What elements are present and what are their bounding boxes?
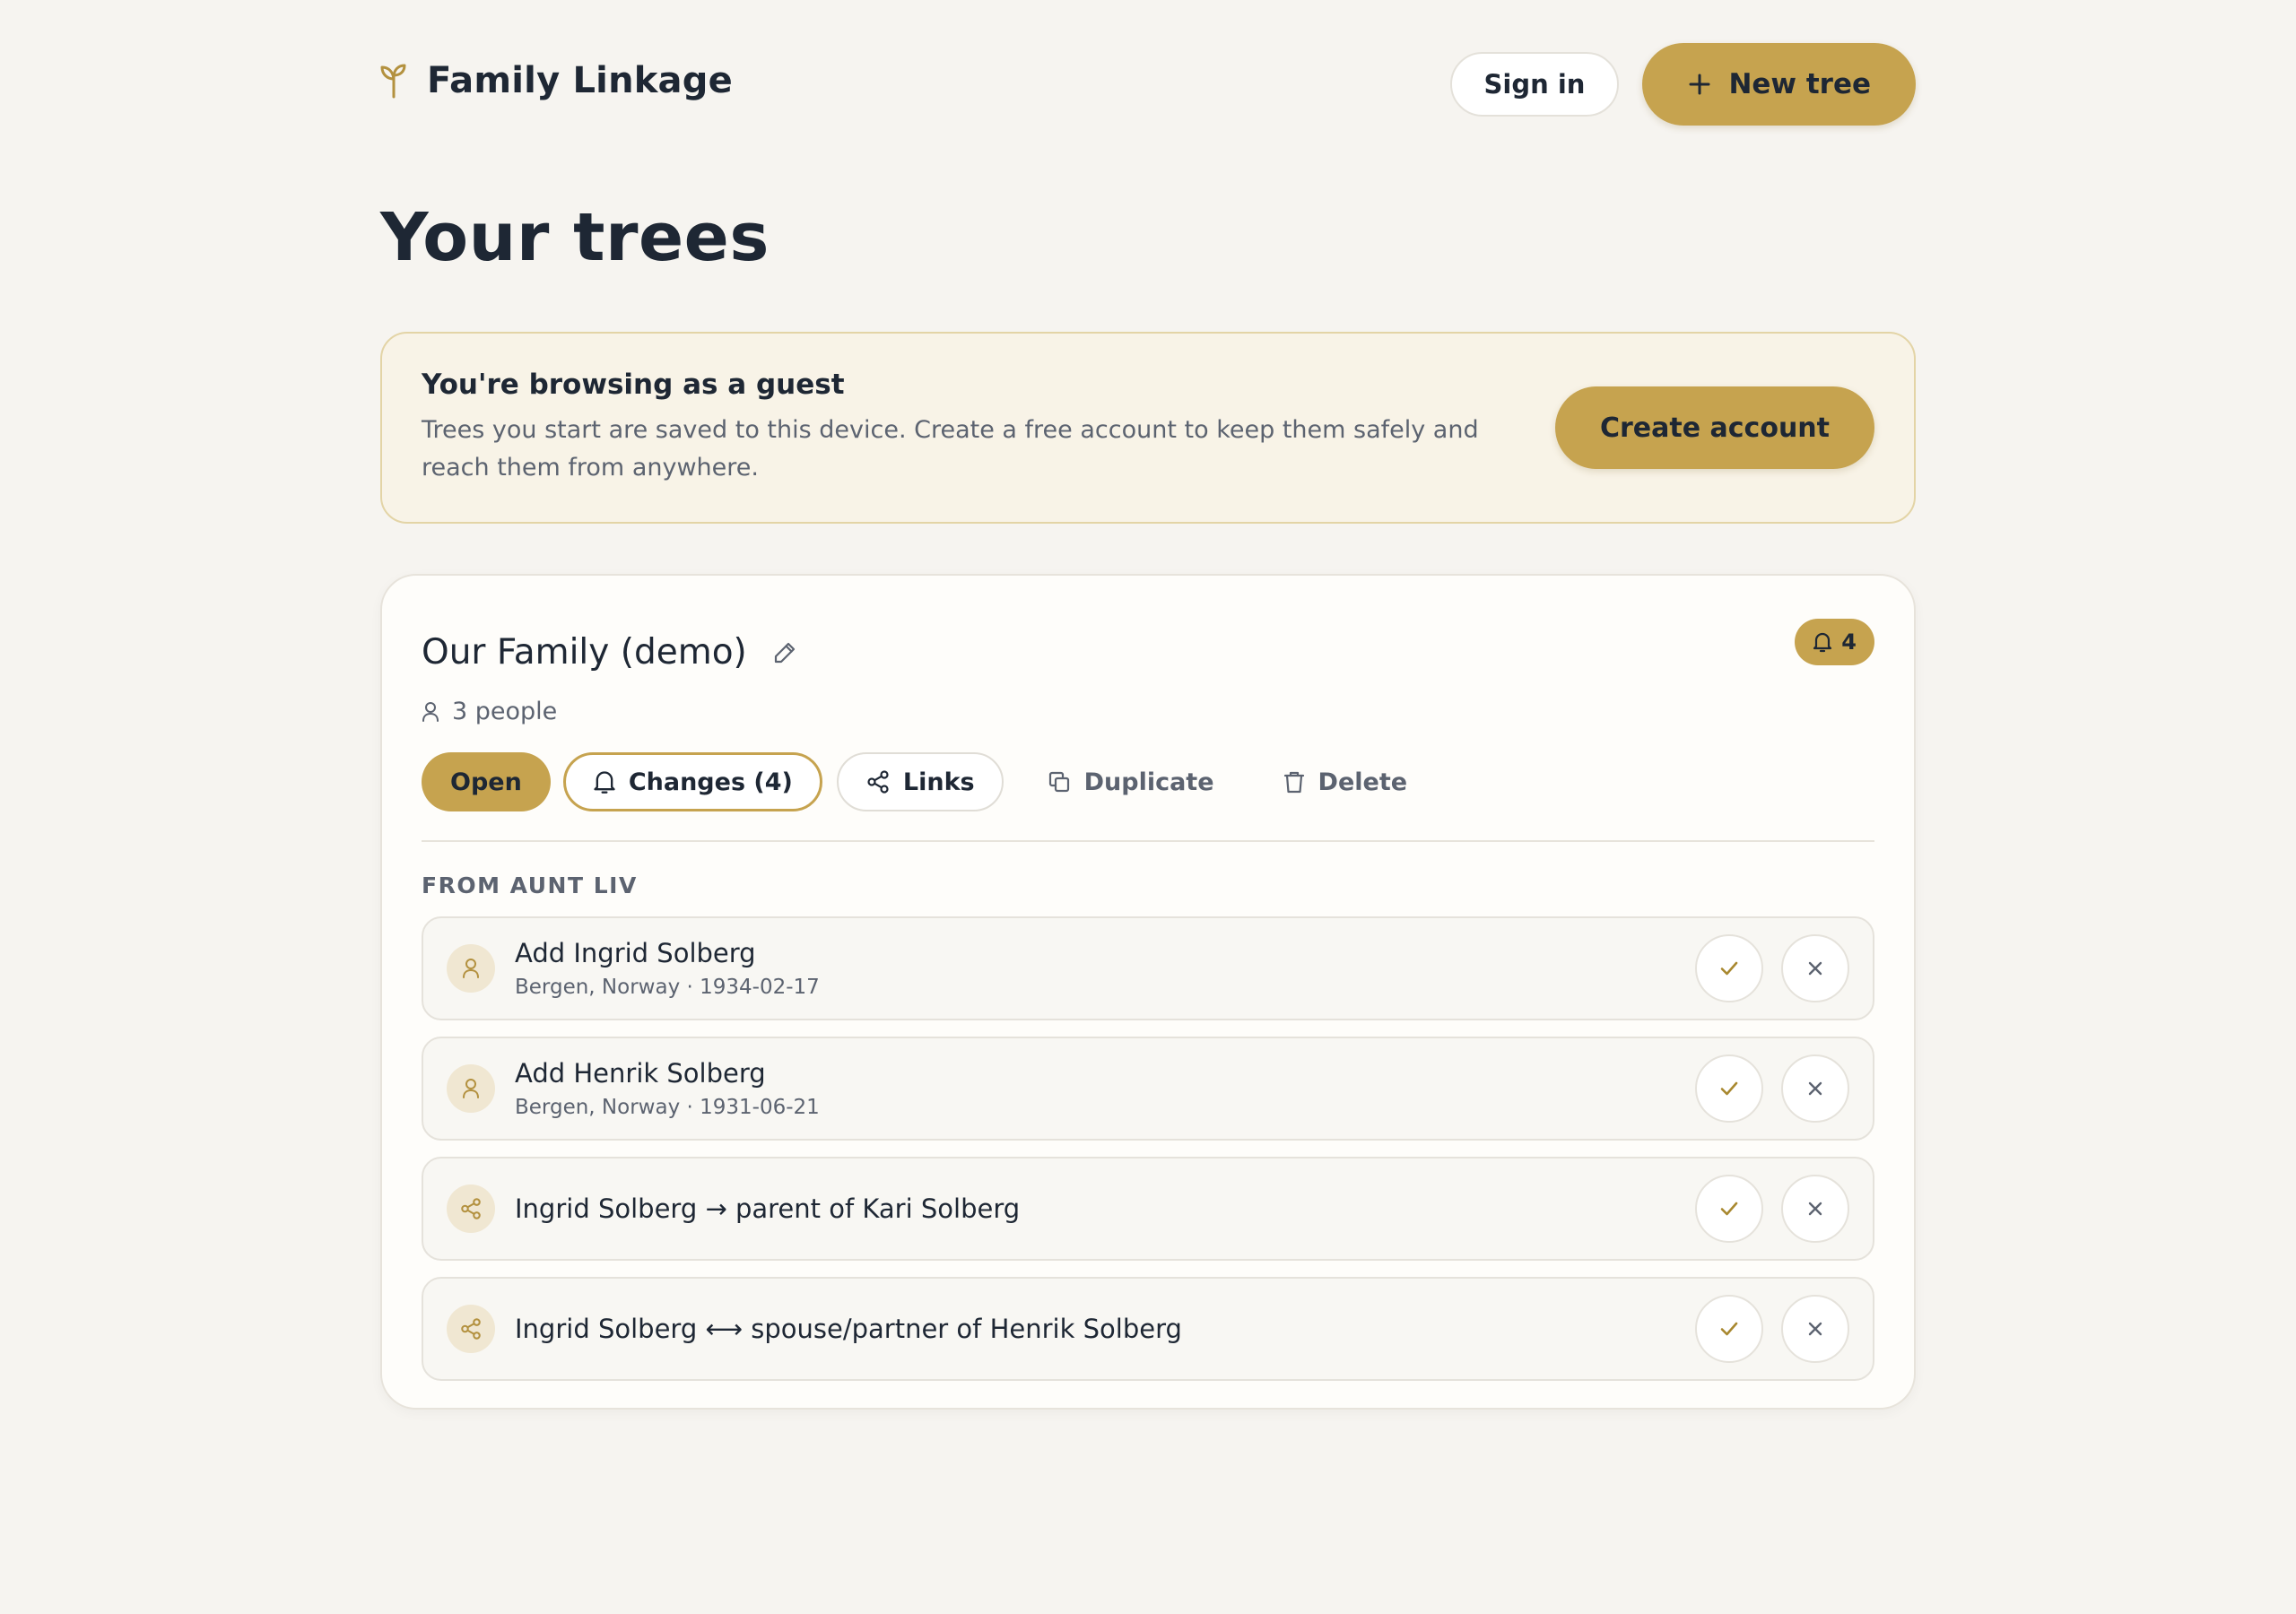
accept-button[interactable] [1695, 1295, 1763, 1363]
changes-button[interactable]: Changes (4) [562, 752, 822, 811]
tree-name: Our Family (demo) [422, 632, 747, 672]
close-icon [1805, 959, 1825, 978]
guest-banner-text: You're browsing as a guest Trees you sta… [422, 369, 1534, 487]
page: Family Linkage Sign in New tree Your tre… [0, 0, 2296, 1614]
bell-icon [593, 769, 616, 794]
check-icon [1718, 957, 1741, 980]
changes-source-label: FROM AUNT LIV [422, 872, 638, 898]
share-icon [865, 769, 891, 794]
changes-list: Add Ingrid Solberg Bergen, Norway · 1934… [422, 916, 1874, 1381]
close-icon [1805, 1319, 1825, 1339]
delete-label: Delete [1318, 768, 1408, 796]
change-title: Add Ingrid Solberg [515, 938, 756, 968]
row-icon [447, 1305, 495, 1353]
copy-icon [1047, 769, 1072, 794]
brand[interactable]: Family Linkage [380, 60, 733, 101]
change-actions [1695, 1175, 1849, 1243]
notification-badge[interactable]: 4 [1795, 619, 1874, 665]
accept-button[interactable] [1695, 1054, 1763, 1123]
change-actions [1695, 1054, 1849, 1123]
edit-pencil-icon[interactable] [772, 640, 797, 665]
close-icon [1805, 1199, 1825, 1219]
tree-card: Our Family (demo) 4 3 people Open Change… [380, 574, 1916, 1410]
change-row: Add Henrik Solberg Bergen, Norway · 1931… [422, 1037, 1874, 1141]
guest-banner-body: Trees you start are saved to this device… [422, 416, 1479, 482]
guest-banner: You're browsing as a guest Trees you sta… [380, 332, 1916, 524]
header-actions: Sign in New tree [1449, 43, 1916, 126]
duplicate-button[interactable]: Duplicate [1027, 752, 1234, 811]
check-icon [1718, 1077, 1741, 1100]
app-name: Family Linkage [427, 60, 733, 101]
change-row: Add Ingrid Solberg Bergen, Norway · 1934… [422, 916, 1874, 1020]
reject-button[interactable] [1781, 1295, 1849, 1363]
bell-icon [1813, 631, 1832, 653]
share-icon [459, 1197, 483, 1220]
changes-label: Changes (4) [628, 768, 793, 796]
change-title: Ingrid Solberg → parent of Kari Solberg [515, 1193, 1021, 1224]
change-actions [1695, 934, 1849, 1002]
change-text: Add Henrik Solberg Bergen, Norway · 1931… [515, 1058, 1695, 1119]
sign-in-button[interactable]: Sign in [1449, 52, 1620, 117]
page-title: Your trees [380, 199, 770, 276]
change-row: Ingrid Solberg → parent of Kari Solberg [422, 1157, 1874, 1261]
change-row: Ingrid Solberg ⟷ spouse/partner of Henri… [422, 1277, 1874, 1381]
accept-button[interactable] [1695, 934, 1763, 1002]
tree-card-header: Our Family (demo) 4 [422, 576, 1874, 676]
duplicate-label: Duplicate [1083, 768, 1214, 796]
divider [422, 840, 1874, 842]
person-icon [462, 1078, 480, 1099]
person-icon [462, 958, 480, 979]
accept-button[interactable] [1695, 1175, 1763, 1243]
new-tree-button[interactable]: New tree [1642, 43, 1916, 126]
check-icon [1718, 1317, 1741, 1341]
people-count-row: 3 people [422, 698, 1874, 725]
change-text: Ingrid Solberg → parent of Kari Solberg [515, 1193, 1695, 1224]
open-tree-button[interactable]: Open [422, 752, 551, 811]
trash-icon [1283, 769, 1306, 794]
row-icon [447, 1064, 495, 1113]
new-tree-label: New tree [1728, 68, 1871, 100]
reject-button[interactable] [1781, 1054, 1849, 1123]
change-title: Add Henrik Solberg [515, 1058, 766, 1089]
change-subtitle: Bergen, Norway · 1934-02-17 [515, 976, 820, 999]
close-icon [1805, 1079, 1825, 1098]
check-icon [1718, 1197, 1741, 1220]
share-icon [459, 1317, 483, 1341]
links-label: Links [902, 768, 975, 796]
change-title: Ingrid Solberg ⟷ spouse/partner of Henri… [515, 1314, 1182, 1344]
person-icon [422, 701, 439, 723]
people-count: 3 people [452, 698, 558, 725]
links-button[interactable]: Links [836, 752, 1004, 811]
change-actions [1695, 1295, 1849, 1363]
notification-count: 4 [1841, 629, 1857, 655]
tree-actions: Open Changes (4) Links Duplicate Delete [422, 752, 1874, 811]
plus-icon [1687, 72, 1712, 97]
row-icon [447, 944, 495, 993]
tree-name-wrap: Our Family (demo) [422, 632, 797, 672]
reject-button[interactable] [1781, 934, 1849, 1002]
change-text: Add Ingrid Solberg Bergen, Norway · 1934… [515, 938, 1695, 999]
change-subtitle: Bergen, Norway · 1931-06-21 [515, 1096, 820, 1119]
create-account-button[interactable]: Create account [1554, 386, 1874, 469]
row-icon [447, 1184, 495, 1233]
guest-banner-title: You're browsing as a guest [422, 369, 845, 401]
delete-button[interactable]: Delete [1263, 752, 1428, 811]
reject-button[interactable] [1781, 1175, 1849, 1243]
sprout-logo-icon [380, 63, 407, 99]
header: Family Linkage Sign in New tree [380, 43, 1916, 126]
change-text: Ingrid Solberg ⟷ spouse/partner of Henri… [515, 1314, 1695, 1344]
